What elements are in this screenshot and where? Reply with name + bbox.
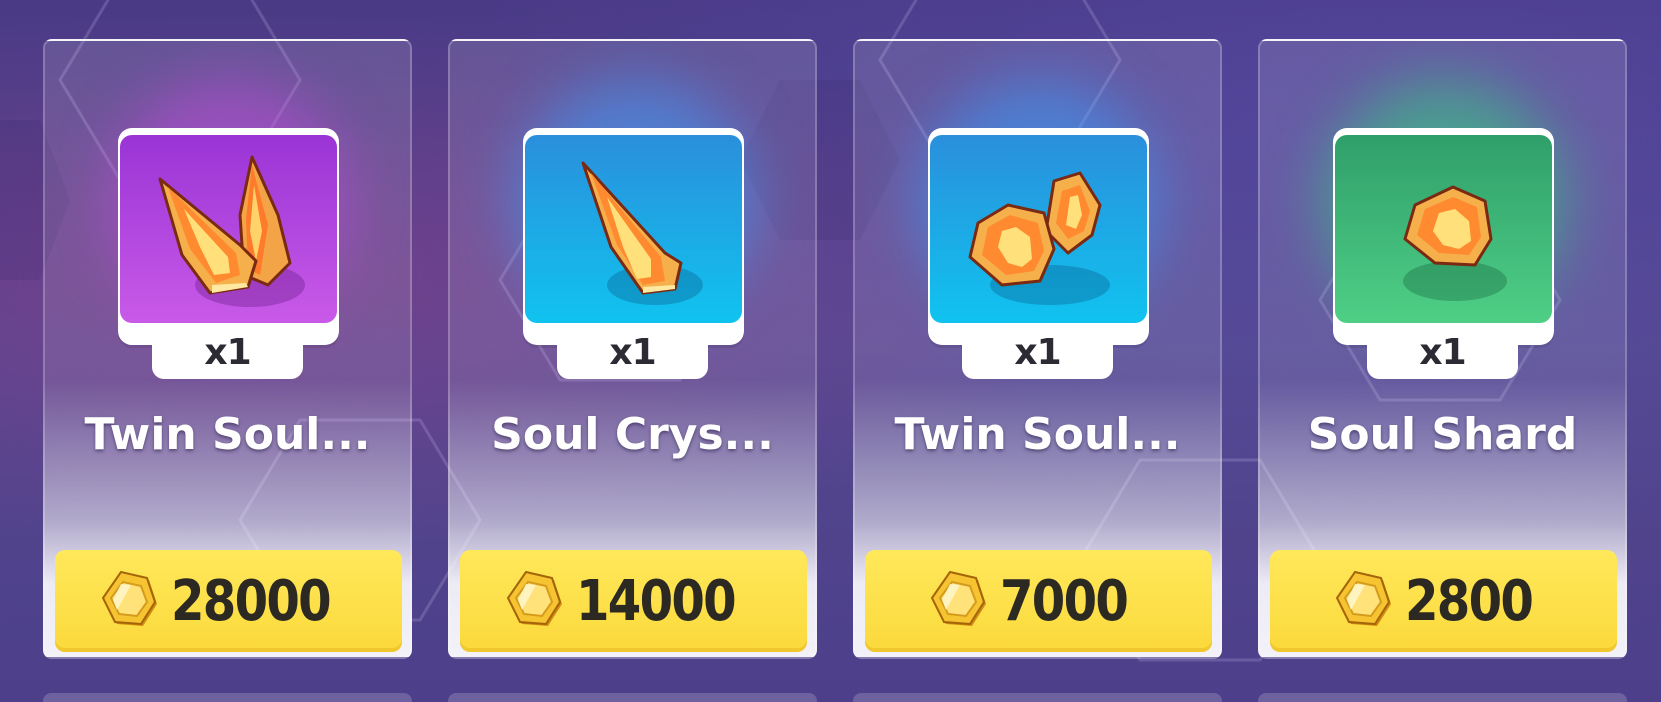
shop-item-card-soul-crystal[interactable]: x1 Soul Crys... 14000 [448, 39, 817, 659]
price-value: 14000 [576, 568, 737, 634]
twin-shard-icon [968, 171, 1110, 305]
item-icon-tile [930, 135, 1147, 323]
crystal-icon [581, 161, 703, 305]
shop-item-card-twin-soul-shard[interactable]: x1 Twin Soul... 7000 [853, 39, 1222, 659]
buy-button[interactable]: 14000 [460, 550, 807, 652]
item-icon-frame [523, 128, 744, 345]
item-icon-frame [118, 128, 339, 345]
next-row-card-edge [448, 693, 817, 702]
item-icon-tile [525, 135, 742, 323]
gold-coin-icon [930, 570, 986, 626]
item-icon-tile [1335, 135, 1552, 323]
item-quantity-badge: x1 [152, 323, 303, 379]
price-value: 7000 [999, 568, 1129, 634]
shop-item-grid: x1 Twin Soul... 28000 x1 Soul Crys... 14… [43, 39, 1629, 659]
buy-button[interactable]: 7000 [865, 550, 1212, 652]
next-row-card-edge [853, 693, 1222, 702]
next-row-card-edge [1258, 693, 1627, 702]
item-name: Soul Crys... [491, 409, 774, 460]
item-icon-tile [120, 135, 337, 323]
shop-item-card-twin-soul-crystal[interactable]: x1 Twin Soul... 28000 [43, 39, 412, 659]
item-quantity-badge: x1 [962, 323, 1113, 379]
buy-button[interactable]: 2800 [1270, 550, 1617, 652]
price-value: 2800 [1404, 568, 1534, 634]
item-quantity-badge: x1 [557, 323, 708, 379]
buy-button[interactable]: 28000 [55, 550, 402, 652]
shop-item-card-soul-shard[interactable]: x1 Soul Shard 2800 [1258, 39, 1627, 659]
price-value: 28000 [171, 568, 332, 634]
item-icon-frame [1333, 128, 1554, 345]
twin-crystal-icon [158, 155, 305, 307]
gold-coin-icon [1335, 570, 1391, 626]
item-icon-frame [928, 128, 1149, 345]
gold-coin-icon [101, 570, 158, 626]
shard-icon [1403, 185, 1507, 301]
item-name: Soul Shard [1307, 409, 1578, 460]
item-name: Twin Soul... [84, 409, 371, 460]
item-name: Twin Soul... [894, 409, 1181, 460]
item-quantity-badge: x1 [1367, 323, 1518, 379]
next-row-card-edge [43, 693, 412, 702]
gold-coin-icon [506, 570, 563, 626]
